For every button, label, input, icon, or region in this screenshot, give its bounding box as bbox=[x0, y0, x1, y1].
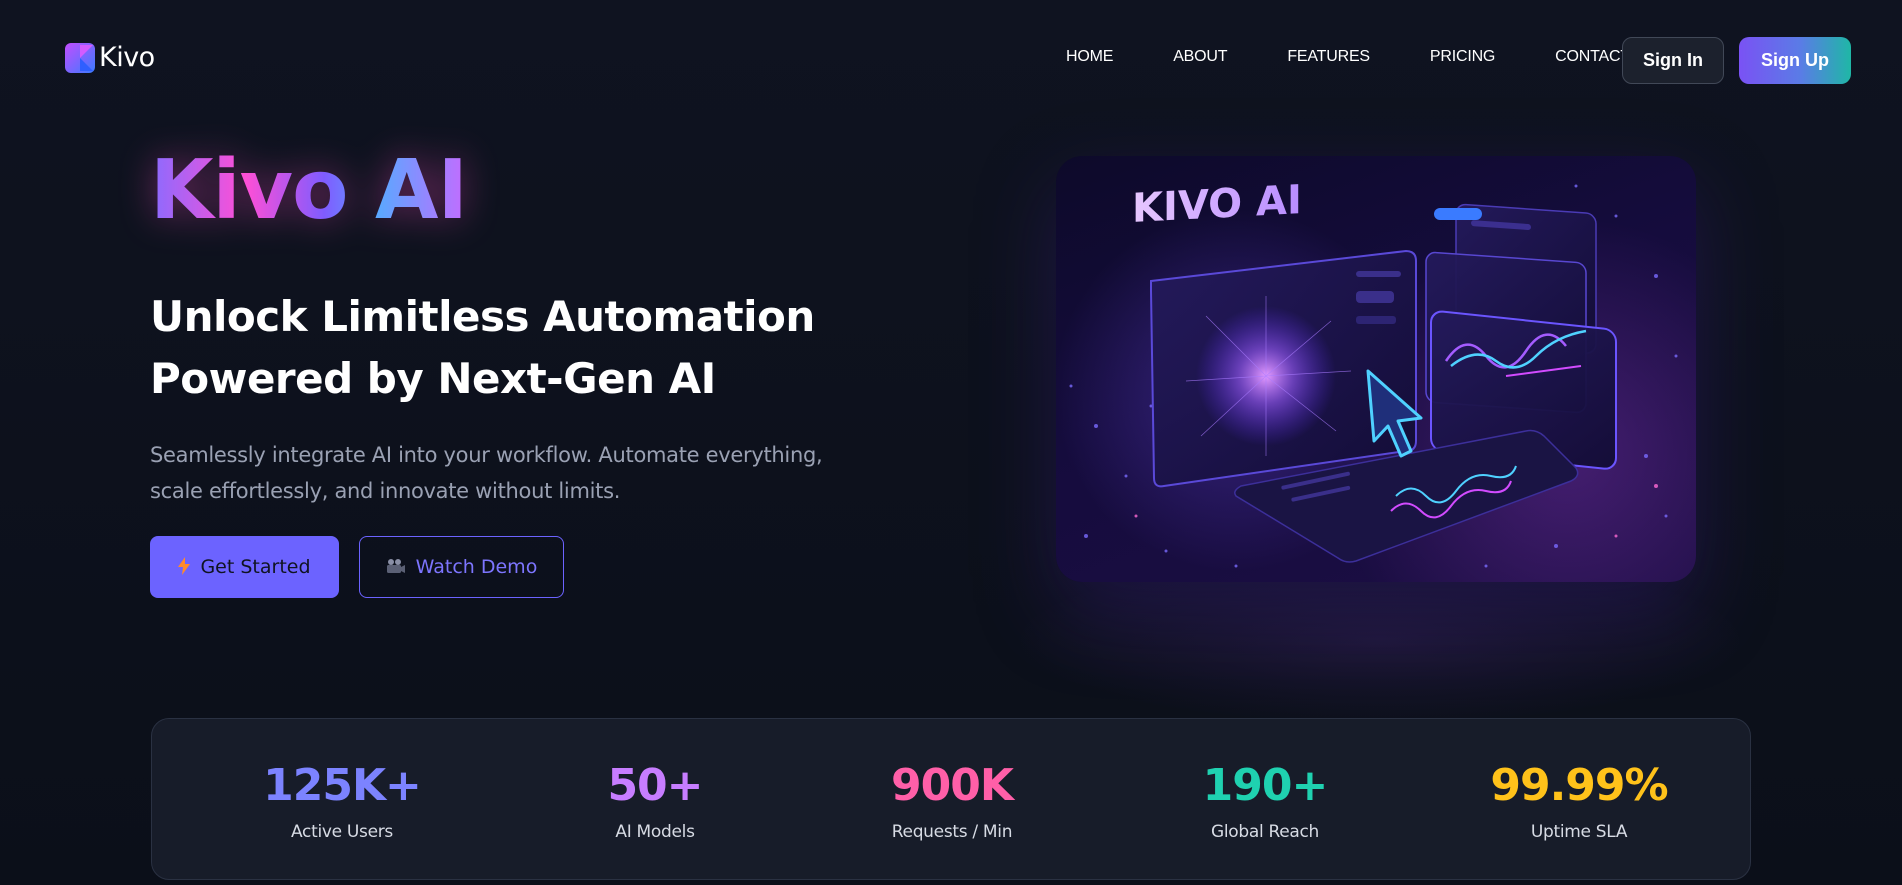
stat-value: 99.99% bbox=[1490, 760, 1668, 811]
stat-active-users: 125K+ Active Users bbox=[212, 760, 472, 843]
stat-uptime: 99.99% Uptime SLA bbox=[1449, 760, 1709, 843]
stat-label: Uptime SLA bbox=[1530, 822, 1628, 842]
illustration-title: KIVO AI bbox=[1132, 177, 1302, 232]
stats-panel: 125K+ Active Users 50+ AI Models 900K Re… bbox=[151, 718, 1751, 880]
hero-heading-line-2: Powered by Next-Gen AI bbox=[150, 354, 716, 403]
video-camera-icon bbox=[386, 558, 406, 577]
nav-link-home[interactable]: HOME bbox=[1066, 48, 1113, 66]
stat-value: 900K bbox=[891, 760, 1014, 811]
hero-heading-line-1: Unlock Limitless Automation bbox=[150, 292, 815, 341]
hero-title: Kivo AI bbox=[150, 143, 468, 238]
watch-demo-label: Watch Demo bbox=[415, 556, 538, 578]
lightning-icon bbox=[178, 556, 191, 578]
stat-label: Active Users bbox=[291, 822, 393, 842]
brand-logo-icon bbox=[65, 42, 95, 73]
get-started-label: Get Started bbox=[200, 556, 311, 578]
stat-value: 125K+ bbox=[263, 760, 422, 811]
stat-label: AI Models bbox=[615, 822, 695, 842]
sign-in-button[interactable]: Sign In bbox=[1622, 37, 1724, 84]
hero-illustration-art: KIVO AI bbox=[1069, 177, 1678, 568]
nav-link-contact[interactable]: CONTACT bbox=[1555, 48, 1630, 66]
stat-label: Requests / Min bbox=[891, 822, 1013, 842]
hero-heading: Unlock Limitless Automation Powered by N… bbox=[150, 286, 850, 410]
nav-link-about[interactable]: ABOUT bbox=[1173, 48, 1227, 66]
top-navigation: Kivo HOME ABOUT FEATURES PRICING CONTACT… bbox=[0, 0, 1902, 118]
brand[interactable]: Kivo bbox=[65, 42, 155, 73]
stat-global-reach: 190+ Global Reach bbox=[1135, 760, 1395, 843]
watch-demo-button[interactable]: Watch Demo bbox=[359, 536, 564, 598]
nav-links: HOME ABOUT FEATURES PRICING CONTACT bbox=[1066, 48, 1630, 66]
sign-up-button[interactable]: Sign Up bbox=[1739, 37, 1851, 84]
nav-link-pricing[interactable]: PRICING bbox=[1430, 48, 1495, 66]
brand-name: Kivo bbox=[99, 42, 155, 73]
stat-label: Global Reach bbox=[1210, 822, 1320, 842]
hero-illustration: KIVO AI bbox=[1056, 156, 1696, 582]
nav-link-features[interactable]: FEATURES bbox=[1287, 48, 1370, 66]
stat-ai-models: 50+ AI Models bbox=[525, 760, 785, 843]
stat-requests: 900K Requests / Min bbox=[822, 760, 1082, 843]
get-started-button[interactable]: Get Started bbox=[150, 536, 339, 598]
stat-value: 50+ bbox=[607, 760, 703, 811]
hero-subtitle: Seamlessly integrate AI into your workfl… bbox=[150, 443, 823, 503]
stat-value: 190+ bbox=[1202, 760, 1329, 811]
